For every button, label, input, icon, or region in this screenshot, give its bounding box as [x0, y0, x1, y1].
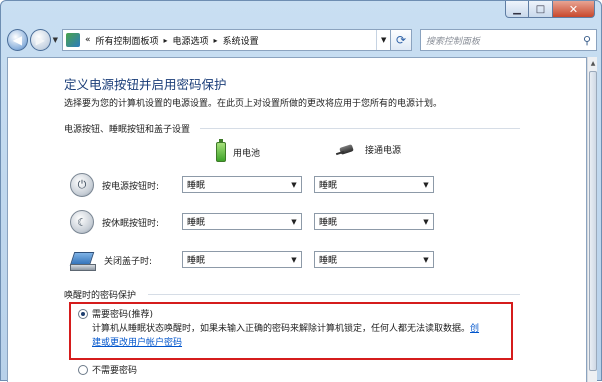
- control-panel-icon: [65, 33, 80, 47]
- page-description: 选择要为您的计算机设置的电源设置。在此页上对设置所做的更改将应用于您所有的电源计…: [64, 99, 443, 109]
- select-value: 睡眠: [187, 181, 206, 191]
- laptop-lid-icon: [70, 249, 96, 271]
- select-value: 睡眠: [187, 218, 206, 228]
- column-label-battery: 用电池: [233, 148, 261, 159]
- breadcrumb-overflow[interactable]: «: [85, 35, 91, 45]
- select-value: 睡眠: [319, 256, 338, 266]
- setting-row-power-button: ⏻ 按电源按钮时: 睡眠 ▼ 睡眠 ▼: [70, 172, 510, 198]
- search-box[interactable]: 搜索控制面板 ⚲: [419, 29, 597, 51]
- sleep-button-icon: ☾: [70, 210, 94, 234]
- control-panel-window: ▁ □ ✕ ◀ ▶ ▼ « 所有控制面板项 ▸ 电源选项 ▸ 系统设置 ▼ ⟳ …: [0, 0, 602, 382]
- close-lid-plugged-select[interactable]: 睡眠 ▼: [314, 251, 434, 268]
- navigation-bar: ◀ ▶ ▼ « 所有控制面板项 ▸ 电源选项 ▸ 系统设置 ▼ ⟳ 搜索控制面板…: [7, 27, 597, 53]
- require-password-radio[interactable]: [78, 308, 88, 319]
- recent-pages-dropdown[interactable]: ▼: [51, 29, 60, 51]
- refresh-icon: ⟳: [396, 33, 407, 47]
- minimize-button[interactable]: ▁: [505, 1, 529, 18]
- forward-button[interactable]: ▶: [29, 29, 51, 51]
- require-password-label: 需要密码(推荐): [92, 310, 154, 320]
- no-password-radio[interactable]: [78, 364, 88, 375]
- maximize-button[interactable]: □: [529, 1, 553, 18]
- vertical-scrollbar[interactable]: ▲: [587, 57, 597, 382]
- select-value: 睡眠: [319, 218, 338, 228]
- sleep-button-battery-select[interactable]: 睡眠 ▼: [182, 213, 302, 230]
- power-button-battery-select[interactable]: 睡眠 ▼: [182, 176, 302, 193]
- chevron-down-icon: ▼: [291, 255, 297, 264]
- column-header-plugged-in: 接通电源: [336, 142, 401, 156]
- setting-row-close-lid: 关闭盖子时: 睡眠 ▼ 睡眠 ▼: [70, 247, 510, 273]
- back-button[interactable]: ◀: [7, 29, 28, 51]
- column-header-battery: 用电池: [216, 139, 261, 162]
- create-password-link[interactable]: 创: [470, 324, 479, 334]
- back-arrow-icon: ◀: [12, 33, 23, 47]
- breadcrumb-item-power-options[interactable]: 电源选项: [173, 34, 209, 47]
- chevron-down-icon: ▼: [291, 217, 297, 226]
- sleep-button-plugged-select[interactable]: 睡眠 ▼: [314, 213, 434, 230]
- breadcrumb-item-system-settings[interactable]: 系统设置: [223, 34, 259, 47]
- address-dropdown-button[interactable]: ▼: [376, 30, 390, 50]
- row-label-power-button: 按电源按钮时:: [102, 181, 160, 192]
- caption-buttons: ▁ □ ✕: [505, 1, 595, 18]
- setting-row-sleep-button: ☾ 按休眠按钮时: 睡眠 ▼ 睡眠 ▼: [70, 209, 510, 235]
- row-label-sleep-button: 按休眠按钮时:: [102, 218, 160, 229]
- no-password-label: 不需要密码: [92, 366, 138, 376]
- password-description: 计算机从睡眠状态唤醒时，如果未输入正确的密码来解除计算机锁定，任何人都无法读取数…: [92, 322, 512, 350]
- group-divider: [148, 294, 520, 295]
- scrollbar-thumb[interactable]: [589, 71, 597, 371]
- chevron-right-icon[interactable]: ▸: [164, 36, 168, 45]
- column-label-plugged-in: 接通电源: [365, 145, 402, 156]
- no-password-option[interactable]: 不需要密码: [78, 363, 137, 376]
- chevron-down-icon: ▼: [423, 217, 429, 226]
- select-value: 睡眠: [319, 181, 338, 191]
- search-input[interactable]: 搜索控制面板: [426, 34, 578, 47]
- group-divider: [200, 128, 520, 129]
- power-plug-icon: [336, 142, 358, 156]
- forward-arrow-icon: ▶: [35, 33, 45, 47]
- close-lid-battery-select[interactable]: 睡眠 ▼: [182, 251, 302, 268]
- select-value: 睡眠: [187, 256, 206, 266]
- chevron-down-icon: ▼: [423, 255, 429, 264]
- power-buttons-group-title: 电源按钮、睡眠按钮和盖子设置: [64, 125, 191, 135]
- chevron-down-icon: ▼: [423, 180, 429, 189]
- chevron-right-icon[interactable]: ▸: [214, 36, 218, 45]
- address-bar[interactable]: « 所有控制面板项 ▸ 电源选项 ▸ 系统设置 ▼: [61, 29, 392, 51]
- power-button-plugged-select[interactable]: 睡眠 ▼: [314, 176, 434, 193]
- require-password-option[interactable]: 需要密码(推荐): [78, 307, 153, 320]
- power-button-icon: ⏻: [70, 173, 94, 197]
- breadcrumb-item-all-items[interactable]: 所有控制面板项: [96, 34, 159, 47]
- password-description-text: 计算机从睡眠状态唤醒时，如果未输入正确的密码来解除计算机锁定，任何人都无法读取数…: [92, 324, 480, 334]
- row-label-close-lid: 关闭盖子时:: [104, 256, 153, 267]
- search-icon[interactable]: ⚲: [578, 34, 596, 47]
- refresh-button[interactable]: ⟳: [391, 29, 412, 51]
- page-title: 定义电源按钮并启用密码保护: [64, 77, 227, 92]
- close-button[interactable]: ✕: [553, 1, 595, 18]
- create-password-link[interactable]: 建或更改用户帐户密码: [92, 336, 512, 350]
- chevron-down-icon: ▼: [291, 180, 297, 189]
- password-group-title: 唤醒时的密码保护: [64, 291, 137, 301]
- scroll-up-icon[interactable]: ▲: [588, 57, 598, 69]
- battery-icon: [216, 139, 226, 162]
- content-pane: 定义电源按钮并启用密码保护 选择要为您的计算机设置的电源设置。在此页上对设置所做…: [7, 57, 587, 382]
